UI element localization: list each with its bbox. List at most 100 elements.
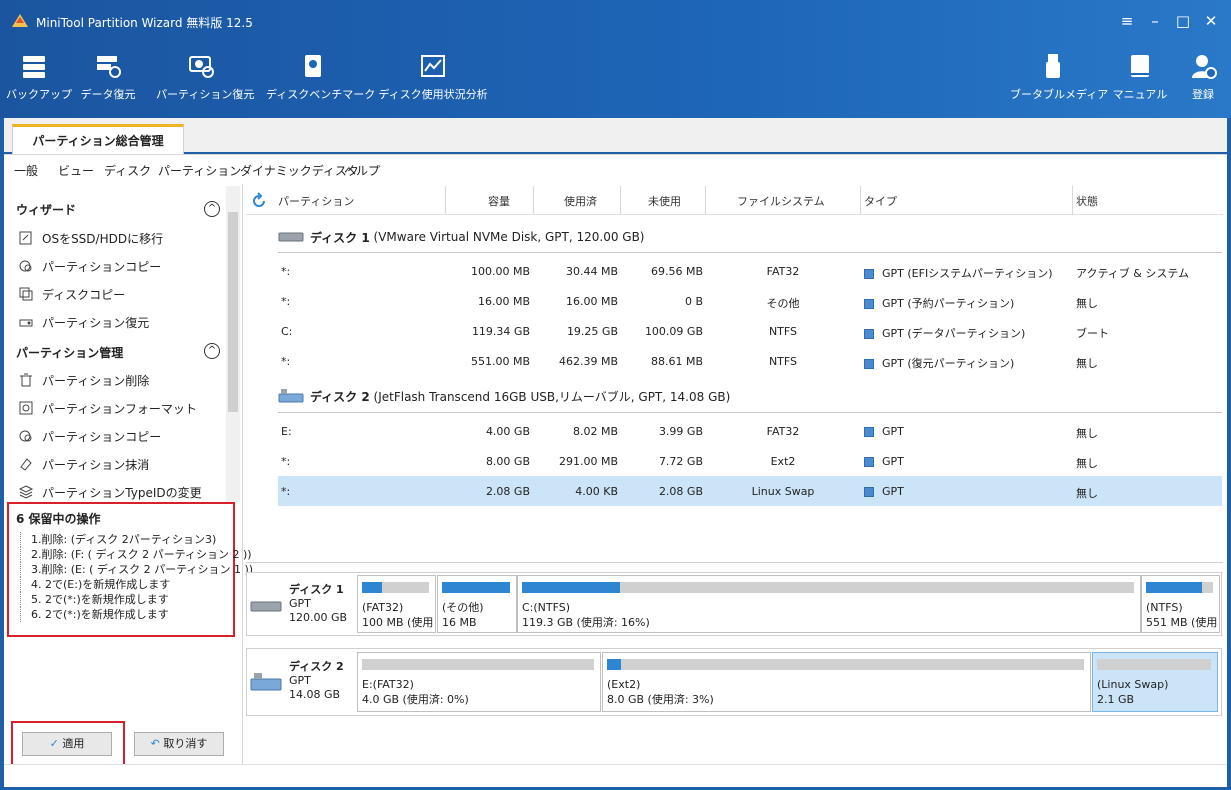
tab-partition-management[interactable]: パーティション総合管理 (12, 124, 184, 157)
collapse-manage-icon[interactable]: ^ (204, 343, 220, 359)
partition-fs: (NTFS) (1146, 601, 1183, 614)
undo-button[interactable]: ↶ 取り消す (134, 732, 224, 756)
usage-bar (362, 659, 594, 670)
col-partition[interactable]: パーティション (278, 193, 354, 209)
cell-type: GPT (864, 485, 904, 498)
cell-capacity: 551.00 MB (470, 355, 530, 368)
col-used[interactable]: 使用済 (564, 193, 597, 209)
partition-label: C:(NTFS) 119.3 GB (使用済: 16%) (522, 600, 650, 630)
disk-map-partition[interactable]: (Ext2) 8.0 GB (使用済: 3%) (602, 652, 1091, 712)
sidebar-item-wipe-partition[interactable]: パーティション抹消 (18, 454, 149, 474)
partition-color-icon (864, 457, 874, 467)
app-menu-icon[interactable]: ≡ (1115, 10, 1139, 32)
eraser-icon (20, 458, 32, 471)
cell-used: 4.00 KB (575, 485, 618, 498)
migrate-os-icon (19, 231, 32, 245)
cell-filesystem: その他 (766, 297, 800, 310)
menu-partition[interactable]: パーティション (158, 162, 241, 179)
sidebar-item-change-typeid[interactable]: パーティションTypeIDの変更 (18, 482, 202, 502)
sidebar-item-copy-partition-2[interactable]: パーティションコピー (18, 426, 161, 446)
disk-separator (278, 252, 1222, 253)
col-type[interactable]: タイプ (864, 193, 897, 209)
toolbar-disk-benchmark-button[interactable]: ディスクベンチマーク (266, 52, 375, 114)
sidebar-item-migrate-os[interactable]: OSをSSD/HDDに移行 (18, 228, 163, 248)
check-icon: ✓ (49, 737, 63, 750)
sidebar-item-delete-partition[interactable]: パーティション削除 (18, 370, 149, 390)
cell-capacity: 100.00 MB (470, 265, 530, 278)
pending-op: 1.削除: (ディスク 2パーティション3) (20, 532, 216, 547)
sidebar-item-label: パーティションコピー (42, 429, 162, 444)
menu-disk[interactable]: ディスク (104, 162, 151, 179)
minimize-button[interactable]: – (1143, 10, 1167, 32)
apply-button[interactable]: ✓ 適用 (22, 732, 112, 756)
sidebar-scrollbar-thumb[interactable] (228, 212, 238, 412)
usage-bar (362, 582, 429, 593)
sidebar-item-label: パーティションコピー (42, 259, 162, 274)
partition-label: E:(FAT32) 4.0 GB (使用済: 0%) (362, 677, 469, 707)
cell-used: 16.00 MB (565, 295, 618, 308)
cell-capacity: 119.34 GB (471, 325, 530, 338)
cell-capacity: 4.00 GB (485, 425, 530, 438)
disk-map-partition[interactable]: (FAT32) 100 MB (使用 (357, 575, 436, 633)
disk-map-partition-selected[interactable]: (Linux Swap) 2.1 GB (1092, 652, 1218, 712)
cell-filesystem: NTFS (768, 325, 798, 338)
disk-2-row[interactable]: ディスク 2 (JetFlash Transcend 16GB USB,リムーバ… (278, 385, 730, 407)
sidebar-item-format-partition[interactable]: パーティションフォーマット (18, 398, 197, 418)
copy-disk-icon (19, 287, 33, 301)
sidebar-item-label: パーティション削除 (42, 373, 150, 388)
disk-map-partition[interactable]: C:(NTFS) 119.3 GB (使用済: 16%) (517, 575, 1141, 633)
close-button[interactable]: ✕ (1199, 10, 1223, 32)
toolbar-bootable-media-button[interactable]: ブータブルメディア (1010, 52, 1108, 114)
cell-type: GPT (データパーティション) (864, 325, 1025, 341)
menu-general[interactable]: 一般 (14, 162, 38, 179)
sidebar-item-label: パーティション抹消 (42, 457, 150, 472)
toolbar-space-analyzer-button[interactable]: ディスク使用状況分析 (378, 52, 488, 114)
toolbar-partition-recovery-button[interactable]: パーティション復元 (156, 52, 254, 114)
disk-map-partition[interactable]: (NTFS) 551 MB (使用 (1141, 575, 1220, 633)
cell-status: ブート (1076, 327, 1109, 340)
cell-unused: 69.56 MB (650, 265, 703, 278)
partition-label: (その他) 16 MB (442, 600, 484, 630)
toolbar-manual-button[interactable]: マニュアル (1112, 52, 1168, 114)
sidebar-item-label: パーティションフォーマット (42, 401, 197, 416)
disk-map-type: GPT (289, 674, 311, 687)
col-capacity[interactable]: 容量 (488, 193, 510, 209)
cell-partition: *: (281, 455, 291, 468)
partition-size: 551 MB (使用 (1146, 616, 1218, 629)
sidebar-item-copy-disk[interactable]: ディスクコピー (18, 284, 125, 304)
sidebar-item-partition-recovery[interactable]: パーティション復元 (18, 312, 149, 332)
disk-map-partition[interactable]: E:(FAT32) 4.0 GB (使用済: 0%) (357, 652, 601, 712)
space-analyzer-icon (421, 55, 445, 77)
usage-bar (607, 659, 1084, 670)
usage-fill (607, 659, 622, 670)
usage-fill (362, 582, 383, 593)
partition-color-icon (864, 427, 874, 437)
cell-unused: 2.08 GB (658, 485, 703, 498)
refresh-icon[interactable] (250, 192, 268, 210)
cell-status: 無し (1076, 297, 1098, 310)
toolbar-register-button[interactable]: 登録 (1180, 52, 1226, 114)
cell-used: 30.44 MB (565, 265, 618, 278)
cell-status: アクティブ & システム (1076, 267, 1190, 280)
cell-type: GPT (864, 455, 904, 468)
cell-unused: 0 B (684, 295, 703, 308)
status-bar (4, 764, 1227, 787)
col-filesystem[interactable]: ファイルシステム (737, 193, 825, 209)
cell-unused: 88.61 MB (650, 355, 703, 368)
col-unused[interactable]: 未使用 (648, 193, 681, 209)
disk-map-partition[interactable]: (その他) 16 MB (437, 575, 517, 633)
menu-help[interactable]: ヘルプ (344, 162, 380, 179)
app-logo-icon (12, 14, 28, 27)
col-status[interactable]: 状態 (1076, 193, 1098, 209)
manual-icon (1131, 55, 1149, 77)
toolbar-data-recovery-button[interactable]: データ復元 (80, 52, 136, 114)
partition-color-icon (864, 359, 874, 369)
toolbar-backup-button[interactable]: バックアップ (6, 52, 72, 114)
sidebar-item-copy-partition[interactable]: パーティションコピー (18, 256, 161, 276)
menu-view[interactable]: ビュー (58, 162, 94, 179)
sidebar-item-label: OSをSSD/HDDに移行 (42, 231, 164, 246)
maximize-button[interactable]: □ (1171, 10, 1195, 32)
disk-1-row[interactable]: ディスク 1 (VMware Virtual NVMe Disk, GPT, 1… (278, 226, 645, 248)
menu-dynamic-disk[interactable]: ダイナミックディスク (240, 162, 359, 179)
collapse-wizard-icon[interactable]: ^ (204, 201, 220, 217)
